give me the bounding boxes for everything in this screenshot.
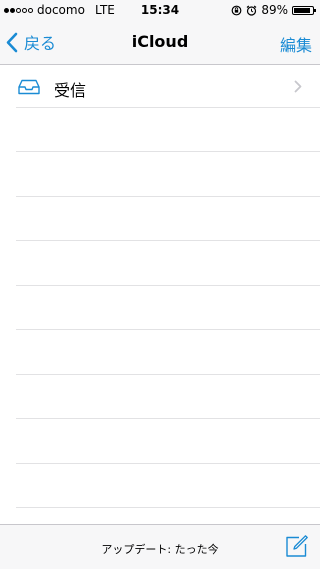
navigation-bar: 戻る iCloud 編集 xyxy=(0,20,320,65)
status-bar: docomo LTE 15:34 89% xyxy=(0,0,320,20)
update-status: アップデート: たった今 xyxy=(101,543,219,556)
page-title: iCloud xyxy=(131,32,189,51)
inbox-icon xyxy=(18,79,40,95)
edit-button[interactable]: 編集 xyxy=(280,32,312,56)
row-separator xyxy=(16,507,320,508)
row-separator xyxy=(16,329,320,330)
row-separator xyxy=(16,374,320,375)
bottom-toolbar: アップデート: たった今 xyxy=(0,524,320,569)
battery-percent: 89% xyxy=(261,3,288,17)
row-separator xyxy=(16,285,320,286)
battery-fill xyxy=(294,7,310,13)
battery-icon xyxy=(292,5,316,15)
row-separator xyxy=(16,151,320,152)
row-separator xyxy=(16,196,320,197)
row-separator xyxy=(16,463,320,464)
row-separator xyxy=(16,418,320,419)
status-right: 89% xyxy=(231,3,316,17)
row-separator xyxy=(16,240,320,241)
chevron-right-icon xyxy=(294,80,302,93)
mailbox-list: 受信 xyxy=(0,65,320,508)
row-separator xyxy=(16,107,320,108)
compose-icon[interactable] xyxy=(285,535,308,558)
mailbox-label: 受信 xyxy=(54,81,87,100)
alarm-icon xyxy=(246,5,257,16)
rotation-lock-icon xyxy=(231,5,242,15)
mailbox-item-inbox[interactable]: 受信 xyxy=(0,65,320,109)
